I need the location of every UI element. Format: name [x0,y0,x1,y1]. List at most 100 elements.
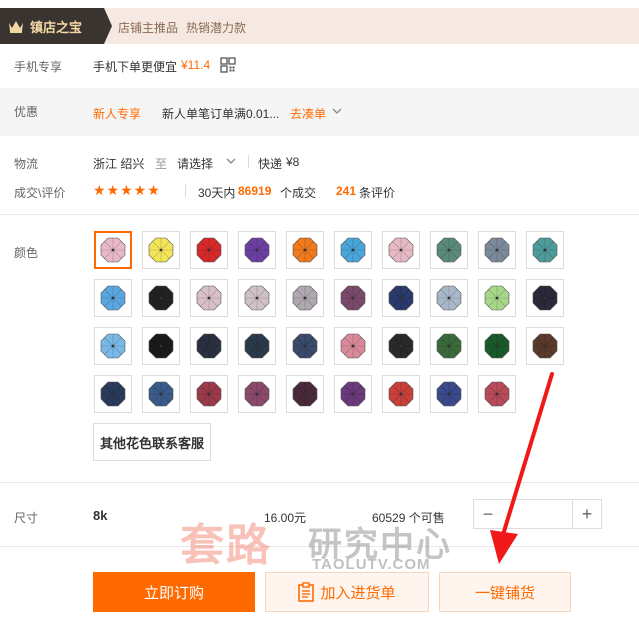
shipping-destination-select[interactable]: 请选择 [177,155,213,172]
color-swatch[interactable] [238,327,276,365]
color-swatch[interactable] [334,375,372,413]
umbrella-icon [388,237,414,263]
umbrella-icon [340,285,366,311]
color-swatch[interactable] [382,327,420,365]
annotation-arrow-icon [490,372,554,564]
color-swatch[interactable] [382,279,420,317]
color-swatch[interactable] [478,279,516,317]
color-swatch[interactable] [430,279,468,317]
umbrella-icon [484,285,510,311]
destination-chevron-icon[interactable] [226,157,236,165]
deals-count: 86919 [238,184,272,198]
umbrella-icon [244,333,270,359]
clipboard-icon [298,582,315,602]
banner-text-1: 店铺主推品 [118,21,179,35]
color-swatch[interactable] [286,375,324,413]
section-divider [0,214,639,215]
color-swatch[interactable] [238,231,276,269]
umbrella-icon [340,333,366,359]
add-to-cart-button[interactable]: 加入进货单 [265,572,429,612]
featured-badge: 镇店之宝 [0,8,104,44]
buy-now-button[interactable]: 立即订购 [93,572,255,612]
umbrella-icon [532,285,558,311]
umbrella-icon [388,285,414,311]
color-swatch[interactable] [382,231,420,269]
umbrella-icon [148,285,174,311]
shipping-from: 浙江 绍兴 [93,157,145,171]
color-swatch[interactable] [478,327,516,365]
color-swatch[interactable] [190,231,228,269]
color-swatch[interactable] [382,375,420,413]
promo-link[interactable]: 去凑单 [290,105,326,122]
watermark-red-text: 套路 [180,521,272,570]
contact-service-button[interactable]: 其他花色联系客服 [93,423,211,461]
umbrella-icon [100,285,126,311]
umbrella-icon [292,237,318,263]
deals-suffix: 个成交 [280,186,317,200]
quantity-increase-button[interactable]: + [572,499,602,529]
color-swatch[interactable] [142,327,180,365]
umbrella-icon [436,333,462,359]
color-swatch[interactable] [190,327,228,365]
color-swatch[interactable] [94,375,132,413]
umbrella-icon [484,333,510,359]
shipping-label: 物流 [14,157,39,171]
color-swatch[interactable] [430,375,468,413]
watermark-url: TAOLUTV.COM [312,556,431,573]
chevron-down-icon[interactable] [332,107,342,115]
umbrella-icon [148,237,174,263]
umbrella-icon [292,333,318,359]
umbrella-icon [532,333,558,359]
umbrella-icon [196,237,222,263]
mobile-text: 手机下单更便宜 [93,60,178,74]
one-click-distribute-button[interactable]: 一键铺货 [439,572,571,612]
review-suffix[interactable]: 条评价 [359,184,395,201]
umbrella-icon [388,381,414,407]
color-swatch[interactable] [526,327,564,365]
distribute-label: 一键铺货 [474,584,535,602]
color-swatch[interactable] [142,231,180,269]
color-swatch[interactable] [526,231,564,269]
shipping-price: ¥8 [286,155,300,169]
umbrella-icon [388,333,414,359]
color-swatch[interactable] [142,375,180,413]
umbrella-icon [436,381,462,407]
color-swatch[interactable] [190,375,228,413]
review-count[interactable]: 241 [336,184,356,198]
color-swatch[interactable] [430,327,468,365]
badge-notch [104,8,112,44]
deals-prefix: 30天内 [198,186,236,200]
color-swatch[interactable] [526,279,564,317]
color-swatch[interactable] [286,327,324,365]
buy-now-label: 立即订购 [143,584,204,602]
color-swatch[interactable] [94,327,132,365]
promo-text: 新人单笔订单满0.01... [162,107,280,121]
color-swatch[interactable] [238,375,276,413]
color-swatch[interactable] [190,279,228,317]
add-to-cart-label: 加入进货单 [320,584,396,602]
size-label: 尺寸 [14,511,39,525]
color-swatch[interactable] [286,231,324,269]
color-swatch[interactable] [286,279,324,317]
umbrella-icon [436,285,462,311]
umbrella-icon [196,285,222,311]
color-swatch[interactable] [430,231,468,269]
reviews-label: 成交\评价 [14,186,66,200]
color-swatch[interactable] [238,279,276,317]
shipping-separator [248,155,249,168]
mobile-price: ¥11.4 [181,58,211,72]
mobile-label: 手机专享 [14,60,63,74]
featured-banner: 镇店之宝 店铺主推品 热销潜力款 [0,8,639,44]
color-swatch[interactable] [94,231,132,269]
color-swatch[interactable] [334,279,372,317]
umbrella-icon [244,237,270,263]
umbrella-icon [196,333,222,359]
color-swatch[interactable] [478,231,516,269]
umbrella-icon [148,381,174,407]
color-swatch[interactable] [94,279,132,317]
reviews-separator [185,184,186,197]
qr-code-icon[interactable] [220,57,236,73]
color-swatch[interactable] [334,327,372,365]
color-swatch[interactable] [142,279,180,317]
color-swatch[interactable] [334,231,372,269]
